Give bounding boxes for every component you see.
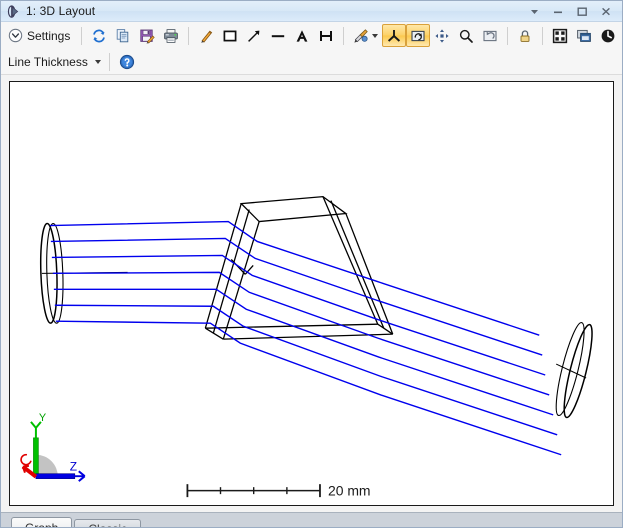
settings-label: Settings (27, 29, 70, 43)
ray-5 (54, 289, 553, 415)
text-button[interactable] (290, 24, 314, 47)
secondary-toolbar: Line Thickness (1, 49, 622, 75)
main-toolbar: Settings (1, 22, 622, 49)
arrow-button[interactable] (242, 24, 266, 47)
tripod-axis-icon (386, 28, 402, 44)
print-button[interactable] (159, 24, 183, 47)
lock-icon (517, 28, 533, 44)
toolbar-separator (188, 27, 189, 45)
pencil-button[interactable] (194, 24, 218, 47)
axis-orientation-button[interactable] (382, 24, 406, 47)
prism-inner-right-edge (331, 201, 384, 329)
layout-drawing: Y Z 20 mm (10, 82, 613, 505)
arrow-icon (246, 28, 262, 44)
chevron-circle-down-icon (8, 28, 23, 43)
tile-windows-button[interactable] (548, 24, 572, 47)
pencil-icon (198, 28, 214, 44)
help-button[interactable] (115, 50, 139, 73)
minimize-button[interactable] (546, 2, 570, 21)
lock-button[interactable] (513, 24, 537, 47)
prism (205, 197, 392, 340)
window-menu-dropdown-button[interactable] (522, 2, 546, 21)
lens-3d-icon (6, 4, 21, 19)
axis-gizmo: Y Z (21, 412, 85, 481)
ray-6 (55, 305, 557, 435)
pan-button[interactable] (430, 24, 454, 47)
rectangle-button[interactable] (218, 24, 242, 47)
refresh-button[interactable] (87, 24, 111, 47)
window-arrange-button[interactable] (572, 24, 596, 47)
close-button[interactable] (594, 2, 618, 21)
line-thickness-dropdown[interactable]: Line Thickness (7, 50, 104, 73)
tab-classic[interactable]: Classic (74, 519, 141, 528)
ray-bundle (50, 222, 561, 455)
ray-1 (50, 222, 539, 336)
ray-4 (53, 272, 549, 395)
pan-move-icon (434, 28, 450, 44)
tab-graph[interactable]: Graph (11, 517, 72, 528)
magnifier-icon (458, 28, 474, 44)
toolbar-separator (542, 27, 543, 45)
tab-classic-label: Classic (88, 522, 127, 528)
window-stack-icon (576, 28, 592, 44)
copy-icon (115, 28, 131, 44)
exit-aperture (551, 321, 598, 420)
toolbar-separator (343, 27, 344, 45)
pin-tools-icon (353, 28, 369, 44)
dimension-button[interactable] (314, 24, 338, 47)
toolbar-separator (507, 27, 508, 45)
print-icon (163, 28, 179, 44)
prism-top-face (241, 197, 346, 222)
zoom-button[interactable] (454, 24, 478, 47)
toolbar-separator (81, 27, 82, 45)
settings-button[interactable]: Settings (5, 24, 76, 47)
line-icon (270, 28, 286, 44)
line-thickness-label: Line Thickness (8, 55, 88, 69)
power-circle-icon (600, 28, 616, 44)
save-button[interactable] (135, 24, 159, 47)
refresh-icon (91, 28, 107, 44)
axis-label-y: Y (39, 412, 47, 424)
copy-button[interactable] (111, 24, 135, 47)
grid-tile-icon (552, 28, 568, 44)
tab-graph-label: Graph (25, 521, 58, 528)
layout-canvas[interactable]: Y Z 20 mm (9, 81, 614, 506)
text-a-icon (294, 28, 310, 44)
title-bar: 1: 3D Layout (1, 1, 622, 22)
chevron-down-icon (372, 34, 378, 38)
scale-bar: 20 mm (187, 483, 370, 499)
rectangle-icon (222, 28, 238, 44)
view-tab-bar: Graph Classic (1, 512, 622, 528)
viewport-container: Y Z 20 mm (1, 75, 622, 512)
rotate-view-icon (410, 28, 426, 44)
help-circle-icon (119, 54, 135, 70)
window-controls (522, 2, 620, 21)
3d-layout-window: 1: 3D Layout Settin (0, 0, 623, 528)
rotate-view-button[interactable] (406, 24, 430, 47)
axis-label-z: Z (70, 460, 77, 474)
maximize-button[interactable] (570, 2, 594, 21)
annotation-tools-button[interactable] (349, 24, 382, 47)
undo-view-icon (482, 28, 498, 44)
power-refresh-button[interactable] (596, 24, 620, 47)
scale-bar-label: 20 mm (328, 483, 371, 499)
save-icon (139, 28, 155, 44)
prism-edge-front-right (323, 197, 378, 325)
ray-7 (56, 321, 561, 455)
dimension-icon (318, 28, 334, 44)
reset-view-button[interactable] (478, 24, 502, 47)
toolbar-separator (109, 53, 110, 71)
window-title: 1: 3D Layout (26, 4, 95, 18)
line-button[interactable] (266, 24, 290, 47)
chevron-down-icon (95, 60, 101, 64)
